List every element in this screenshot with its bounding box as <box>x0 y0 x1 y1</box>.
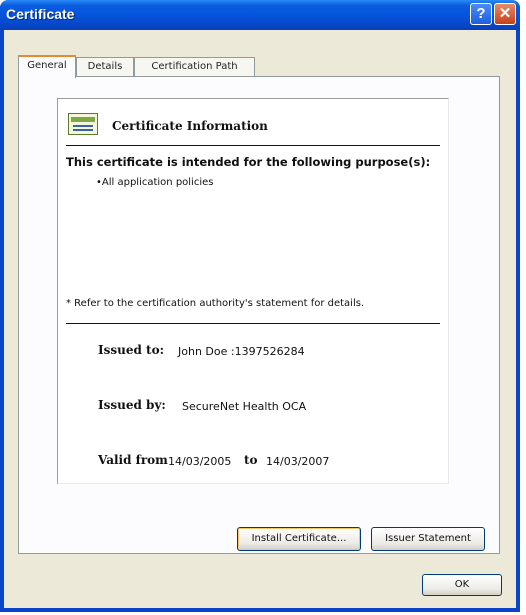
window-title: Certificate <box>6 6 75 22</box>
issued-to-label: Issued to: <box>98 343 165 357</box>
purpose-heading: This certificate is intended for the fol… <box>66 155 431 169</box>
help-icon[interactable]: ? <box>470 3 492 25</box>
issued-by-label: Issued by: <box>98 398 166 412</box>
header-divider <box>66 145 440 146</box>
issuer-statement-button[interactable]: Issuer Statement <box>371 527 485 551</box>
issued-by-value: SecureNet Health OCA <box>182 400 307 413</box>
certificate-information-header: Certificate Information <box>112 119 268 133</box>
refer-note: * Refer to the certification authority's… <box>66 298 365 309</box>
ok-button[interactable]: OK <box>422 574 502 596</box>
tab-details[interactable]: Details <box>76 57 134 76</box>
valid-to-value: 14/03/2007 <box>266 455 330 468</box>
valid-from-value: 14/03/2005 <box>168 455 232 468</box>
install-certificate-button[interactable]: Install Certificate... <box>237 527 361 551</box>
valid-from-label: Valid from <box>98 453 168 467</box>
title-bar[interactable]: Certificate ? ✕ <box>0 0 520 30</box>
certificate-dialog: Certificate ? ✕ General Details Certific… <box>0 0 520 612</box>
tab-certification-path[interactable]: Certification Path <box>134 57 255 76</box>
general-tab-panel: Certificate Information This certificate… <box>18 76 500 554</box>
details-divider <box>66 323 440 324</box>
close-icon[interactable]: ✕ <box>494 3 516 25</box>
purpose-item: •All application policies <box>96 177 214 188</box>
valid-to-label: to <box>244 453 258 467</box>
issued-to-value: John Doe :1397526284 <box>178 345 305 358</box>
certificate-information-box: Certificate Information This certificate… <box>57 98 449 484</box>
tab-general[interactable]: General <box>18 55 76 78</box>
certificate-icon <box>68 113 98 135</box>
